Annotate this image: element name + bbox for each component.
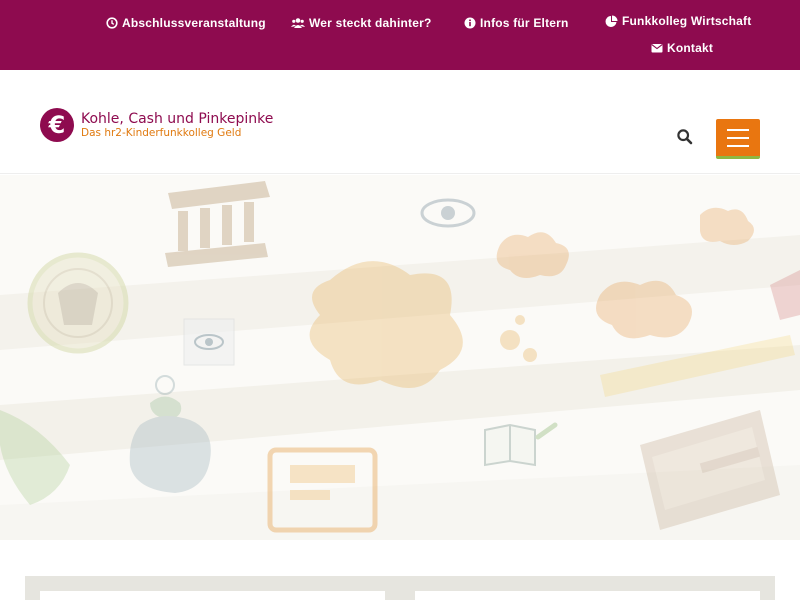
nav-link-funkkolleg-wirtschaft[interactable]: Funkkolleg Wirtschaft bbox=[605, 14, 751, 28]
book-icon bbox=[484, 422, 558, 467]
bank-building-icon bbox=[165, 181, 270, 267]
nav-link-label: Kontakt bbox=[667, 41, 714, 55]
logo-text: Kohle, Cash und Pinkepinke Das hr2-Kinde… bbox=[81, 111, 273, 139]
envelope-icon bbox=[651, 42, 663, 54]
eye-icon bbox=[420, 198, 476, 228]
nav-link-infos-fuer-eltern[interactable]: Infos für Eltern bbox=[464, 16, 569, 30]
hero-banner bbox=[0, 175, 800, 540]
nav-link-label: Wer steckt dahinter? bbox=[309, 16, 432, 30]
site-header: € Kohle, Cash und Pinkepinke Das hr2-Kin… bbox=[0, 70, 800, 174]
nav-link-abschlussveranstaltung[interactable]: Abschlussveranstaltung bbox=[106, 16, 266, 30]
clock-icon bbox=[106, 17, 118, 29]
pie-chart-icon bbox=[605, 15, 618, 28]
users-icon bbox=[291, 17, 305, 29]
menu-line bbox=[727, 144, 749, 147]
nav-link-wer-steckt-dahinter[interactable]: Wer steckt dahinter? bbox=[291, 16, 431, 30]
content-card[interactable] bbox=[40, 591, 385, 600]
info-icon bbox=[464, 17, 476, 29]
eye-card-icon bbox=[183, 318, 235, 366]
nav-link-label: Infos für Eltern bbox=[480, 16, 569, 30]
search-icon[interactable] bbox=[676, 128, 694, 146]
menu-line bbox=[727, 128, 749, 131]
content-card[interactable] bbox=[415, 591, 760, 600]
nav-link-kontakt[interactable]: Kontakt bbox=[651, 41, 713, 55]
euro-icon: € bbox=[40, 108, 74, 142]
top-navigation-bar: Abschlussveranstaltung Wer steckt dahint… bbox=[0, 0, 800, 70]
site-logo[interactable]: € Kohle, Cash und Pinkepinke Das hr2-Kin… bbox=[40, 108, 273, 142]
logo-subtitle: Das hr2-Kinderfunkkolleg Geld bbox=[81, 127, 242, 140]
hamburger-menu-button[interactable] bbox=[716, 119, 760, 159]
nav-link-label: Abschlussveranstaltung bbox=[122, 16, 266, 30]
menu-line bbox=[727, 136, 749, 139]
coin-eagle-icon bbox=[27, 252, 129, 354]
logo-title: Kohle, Cash und Pinkepinke bbox=[81, 110, 274, 127]
hero-illustration bbox=[0, 181, 800, 540]
nav-link-label: Funkkolleg Wirtschaft bbox=[622, 14, 752, 28]
